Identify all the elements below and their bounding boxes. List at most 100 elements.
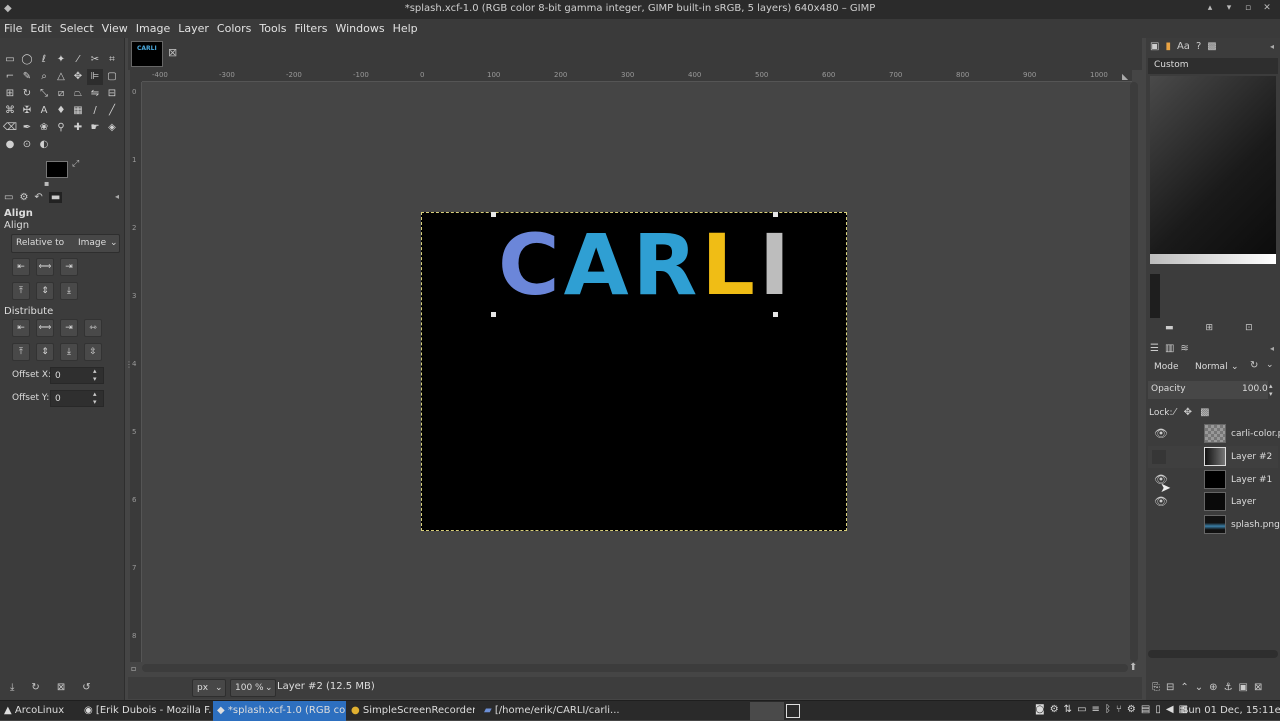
vertical-ruler[interactable]: 0 1 2 3 4 5 6 7 8 [130, 82, 142, 662]
clipboard-icon[interactable]: ≡ [1092, 704, 1100, 715]
scissors-tool-icon[interactable]: ✂ [87, 52, 103, 68]
lock-position-icon[interactable]: ✥ [1184, 407, 1192, 418]
paintbrush-tool-icon[interactable]: / [87, 103, 103, 119]
relative-to-combo[interactable]: Relative to Image ⌄ [11, 234, 120, 253]
ellipse-select-tool-icon[interactable]: ◯ [19, 52, 35, 68]
duplicate-layer-icon[interactable]: ⊕ [1209, 682, 1217, 693]
dock-menu-icon[interactable]: ◂ [115, 192, 119, 201]
move-tool-icon[interactable]: ✥ [70, 69, 86, 85]
gradients-tab-icon[interactable]: ▩ [1207, 41, 1216, 52]
opacity-slider[interactable]: Opacity 100.0 [1148, 381, 1268, 399]
vertical-scrollbar[interactable] [1130, 82, 1138, 662]
fuzzy-select-tool-icon[interactable]: ✦ [53, 52, 69, 68]
patterns-tab-icon[interactable]: ▮ [1165, 41, 1171, 52]
opacity-stepper[interactable]: ▴ ▾ [1269, 382, 1273, 398]
align-center-horizontal-button[interactable]: ⟺ [36, 258, 54, 276]
rotate-tool-icon[interactable]: ↻ [19, 86, 35, 102]
blur-tool-icon[interactable]: ◈ [104, 120, 120, 136]
align-right-edge-button[interactable]: ⇥ [60, 258, 78, 276]
distribute-evenly-v-button[interactable]: ⇳ [84, 343, 102, 361]
gradient-name-field[interactable]: Custom [1148, 58, 1278, 74]
text-tool-icon[interactable]: A [36, 103, 52, 119]
settings-icon[interactable]: ⚙ [1127, 704, 1136, 715]
camera-icon[interactable]: ◙ [1035, 704, 1045, 715]
smudge-tool-icon[interactable]: ☛ [87, 120, 103, 136]
selection-handle[interactable] [491, 312, 496, 317]
mypaint-brush-tool-icon[interactable]: ❀ [36, 120, 52, 136]
new-gradient-icon[interactable]: ⊞ [1206, 323, 1214, 333]
menu-file[interactable]: File [0, 19, 26, 38]
gradient-editor-preview[interactable] [1150, 76, 1276, 254]
visibility-eye-icon[interactable]: 👁 [1154, 495, 1168, 508]
mode-select[interactable]: Normal ⌄ [1190, 358, 1240, 376]
warp-tool-icon[interactable]: ⌘ [2, 103, 18, 119]
align-middle-vertical-button[interactable]: ⇕ [36, 282, 54, 300]
horizontal-scrollbar[interactable] [142, 664, 1128, 672]
delete-gradient-icon[interactable]: ▬ [1165, 323, 1174, 333]
align-left-edge-button[interactable]: ⇤ [12, 258, 30, 276]
distribute-middle-v-button[interactable]: ⇕ [36, 343, 54, 361]
images-tab-icon[interactable]: ▬ [48, 192, 63, 203]
save-options-icon[interactable]: ⤓ [10, 682, 14, 693]
gradient-slider[interactable] [1150, 254, 1276, 264]
zoom-select[interactable]: 100 % ⌄ [230, 679, 276, 697]
mode-reset-icon[interactable]: ↻ [1250, 360, 1258, 371]
perspective-tool-icon[interactable]: ⏢ [70, 86, 86, 102]
paths-tab-icon[interactable]: ≋ [1180, 343, 1188, 354]
lower-layer-icon[interactable]: ⌄ [1195, 682, 1203, 693]
align-top-edge-button[interactable]: ⤒ [12, 282, 30, 300]
menu-edit[interactable]: Edit [26, 19, 55, 38]
image-canvas[interactable]: CARLI [421, 212, 847, 531]
clone-tool-icon[interactable]: ⚲ [53, 120, 69, 136]
align-tool-icon[interactable]: ⊫ [87, 69, 103, 85]
shear-tool-icon[interactable]: ⧄ [53, 86, 69, 102]
menu-select[interactable]: Select [56, 19, 98, 38]
anchor-layer-icon[interactable]: ⚓ [1224, 682, 1233, 693]
crop-tool-icon[interactable]: ⌐ [2, 69, 18, 85]
chevron-down-icon[interactable]: ⌄ [1266, 360, 1274, 370]
unit-select[interactable]: px ⌄ [192, 679, 226, 697]
eraser-tool-icon[interactable]: ⌫ [2, 120, 18, 136]
lock-pixels-icon[interactable]: ⁄ [1174, 407, 1176, 418]
restore-options-icon[interactable]: ↻ [31, 682, 39, 693]
paths-tool-icon[interactable]: ✠ [19, 103, 35, 119]
distribute-top-button[interactable]: ⤒ [12, 343, 30, 361]
dodge-tool-icon[interactable]: ● [2, 137, 18, 153]
scale-tool-icon[interactable]: ⤡ [36, 86, 52, 102]
menu-windows[interactable]: Windows [331, 19, 388, 38]
start-menu[interactable]: ▲ ArcoLinux [4, 701, 76, 721]
new-layer-icon[interactable]: ⎘ [1152, 682, 1160, 693]
foreground-select-tool-icon[interactable]: ⌗ [104, 52, 120, 68]
measure-tool-icon[interactable]: △ [53, 69, 69, 85]
flip-tool-icon[interactable]: ⇋ [87, 86, 103, 102]
dock-menu-icon[interactable]: ◂ [1270, 344, 1274, 353]
pencil-tool-icon[interactable]: ✎ [19, 69, 35, 85]
workspace-2[interactable] [786, 704, 800, 718]
task-gimp[interactable]: ◆ *splash.xcf-1.0 (RGB co... [213, 701, 346, 721]
layer-row[interactable]: splash.png [1148, 514, 1280, 536]
workspace-1[interactable] [750, 702, 784, 720]
undo-history-tab-icon[interactable]: ↶ [34, 192, 42, 203]
gradient-editor-icon[interactable]: ⊡ [1245, 323, 1253, 333]
fonts-tab-icon[interactable]: Aa [1177, 41, 1190, 52]
cage-tool-icon[interactable]: ⊟ [104, 86, 120, 102]
layer-mask-icon[interactable]: ▣ [1239, 682, 1248, 693]
network-icon[interactable]: ⇅ [1064, 704, 1072, 715]
menu-view[interactable]: View [98, 19, 132, 38]
rect-select-tool-icon[interactable]: ▭ [2, 52, 18, 68]
task-file-manager[interactable]: ▰ [/home/erik/CARLI/carli... [480, 701, 620, 721]
restore-icon[interactable]: ▫ [1241, 3, 1255, 15]
task-firefox[interactable]: ◉ [Erik Dubois - Mozilla F... [80, 701, 212, 721]
transform-tool-icon[interactable]: ▢ [104, 69, 120, 85]
channels-tab-icon[interactable]: ▥ [1165, 343, 1174, 354]
unified-transform-tool-icon[interactable]: ⊞ [2, 86, 18, 102]
ink-tool-icon[interactable]: ✒ [19, 120, 35, 136]
close-icon[interactable]: ✕ [1260, 3, 1274, 15]
smudge-finger-tool-icon[interactable]: ◐ [36, 137, 52, 153]
distribute-evenly-h-button[interactable]: ⇿ [84, 319, 102, 337]
task-screenrecorder[interactable]: ● SimpleScreenRecorder [347, 701, 475, 721]
default-colors-icon[interactable]: ▪ [44, 179, 49, 188]
bucket-fill-tool-icon[interactable]: ♦ [53, 103, 69, 119]
selection-handle[interactable] [773, 312, 778, 317]
volume-icon[interactable]: ◀ [1166, 704, 1174, 715]
